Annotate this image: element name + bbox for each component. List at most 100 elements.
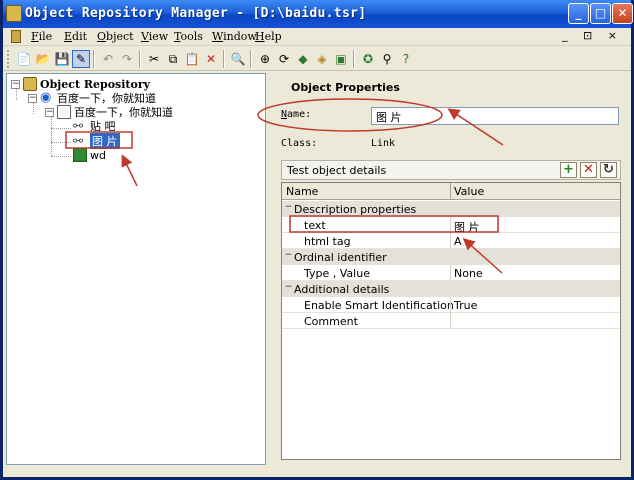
- cut-icon[interactable]: ✂: [145, 50, 163, 68]
- open-icon[interactable]: 📂: [34, 50, 52, 68]
- category-row[interactable]: − Additional details: [282, 281, 620, 297]
- merge-icon[interactable]: ◆: [294, 50, 312, 68]
- toolbar-separator: [353, 50, 355, 68]
- tree-node-root[interactable]: − Object Repository: [11, 77, 150, 91]
- menu-file[interactable]: File: [31, 30, 52, 43]
- menu-object[interactable]: Object: [97, 30, 134, 43]
- collapse-icon[interactable]: −: [284, 203, 293, 213]
- collapse-icon[interactable]: −: [284, 283, 293, 293]
- locate-icon[interactable]: ⚲: [378, 50, 396, 68]
- tree-label: 贴 吧: [90, 120, 116, 133]
- repository-icon: [23, 77, 37, 91]
- tree-connector: [51, 142, 71, 143]
- name-input[interactable]: 图 片: [371, 107, 619, 125]
- title-bar[interactable]: Object Repository Manager - [D:\baidu.ts…: [3, 0, 633, 28]
- property-row[interactable]: text 图 片: [282, 217, 620, 234]
- property-name: Enable Smart Identification: [304, 299, 454, 312]
- edit-box-icon: [73, 148, 87, 162]
- app-icon[interactable]: [6, 5, 22, 22]
- menu-edit[interactable]: Edit: [64, 30, 87, 43]
- tree-node-edit[interactable]: wd: [73, 148, 106, 162]
- property-row[interactable]: Comment: [282, 313, 620, 329]
- copy-icon[interactable]: ⧉: [164, 50, 182, 68]
- refresh-icon[interactable]: ↻: [600, 162, 617, 178]
- help-icon[interactable]: ?: [397, 50, 415, 68]
- minimize-button[interactable]: _: [568, 3, 589, 24]
- close-button[interactable]: ✕: [612, 3, 633, 24]
- column-divider: [450, 297, 451, 313]
- tree-connector: [51, 156, 71, 157]
- toolbar-grip[interactable]: [7, 50, 10, 68]
- add-property-icon[interactable]: +: [560, 162, 577, 178]
- app-window: Object Repository Manager - [D:\baidu.ts…: [0, 0, 634, 480]
- tree-node-browser[interactable]: − ◉ 百度一下，你就知道: [28, 91, 156, 105]
- add-objects-icon[interactable]: ⊕: [256, 50, 274, 68]
- category-label: Ordinal identifier: [294, 251, 387, 264]
- object-tree[interactable]: − Object Repository − ◉ 百度一下，你就知道 − 百度一下…: [6, 73, 266, 465]
- column-divider: [450, 217, 451, 233]
- toolbar-separator: [223, 50, 225, 68]
- object-spy-icon[interactable]: ▣: [332, 50, 350, 68]
- collapse-icon[interactable]: −: [28, 93, 37, 103]
- update-icon[interactable]: ⟳: [275, 50, 293, 68]
- column-divider: [450, 265, 451, 281]
- new-icon[interactable]: 📄: [15, 50, 33, 68]
- tree-label: 百度一下，你就知道: [74, 106, 173, 119]
- collapse-icon[interactable]: −: [45, 107, 54, 117]
- properties-grid: Name Value − Description properties text…: [281, 182, 621, 460]
- category-label: Additional details: [294, 283, 390, 296]
- property-row[interactable]: Enable Smart Identification True: [282, 297, 620, 313]
- class-label: Class:: [281, 138, 318, 149]
- class-value: Link: [371, 138, 396, 149]
- toolbar-separator: [139, 50, 141, 68]
- properties-header: Object Properties: [291, 81, 400, 94]
- menu-bar: File Edit Object View Tools Window Help …: [3, 28, 631, 46]
- highlight-icon[interactable]: ✪: [359, 50, 377, 68]
- paste-icon[interactable]: 📋: [183, 50, 201, 68]
- property-value[interactable]: True: [454, 299, 477, 312]
- toolbar-separator: [93, 50, 95, 68]
- tree-node-page[interactable]: − 百度一下，你就知道: [45, 105, 173, 119]
- tree-label: Object Repository: [40, 77, 151, 91]
- redo-icon[interactable]: ↷: [118, 50, 136, 68]
- find-icon[interactable]: 🔍: [229, 50, 247, 68]
- export-icon[interactable]: ◈: [313, 50, 331, 68]
- category-label: Description properties: [294, 203, 417, 216]
- property-row[interactable]: Type , Value None: [282, 265, 620, 281]
- property-name: text: [304, 219, 326, 232]
- column-divider: [450, 313, 451, 329]
- status-bar: [3, 467, 631, 477]
- delete-icon[interactable]: ✕: [202, 50, 220, 68]
- tree-node-link-selected[interactable]: ⚯ 图 片: [73, 133, 120, 149]
- window-title: Object Repository Manager - [D:\baidu.ts…: [25, 6, 367, 21]
- property-value[interactable]: None: [454, 267, 483, 280]
- column-divider[interactable]: [450, 183, 451, 200]
- mdi-controls[interactable]: _ ⊡ ×: [562, 29, 623, 42]
- maximize-button[interactable]: □: [590, 3, 611, 24]
- column-divider: [450, 233, 451, 249]
- undo-icon[interactable]: ↶: [99, 50, 117, 68]
- property-row[interactable]: html tag A: [282, 233, 620, 249]
- collapse-icon[interactable]: −: [11, 79, 20, 89]
- menu-view[interactable]: View: [141, 30, 168, 43]
- category-row[interactable]: − Description properties: [282, 201, 620, 217]
- tree-node-link[interactable]: ⚯ 贴 吧: [73, 119, 116, 133]
- name-label: Name:: [281, 109, 312, 120]
- column-value[interactable]: Value: [454, 185, 484, 198]
- menu-help[interactable]: Help: [255, 30, 282, 43]
- column-name[interactable]: Name: [286, 185, 318, 198]
- menu-window[interactable]: Window: [212, 30, 257, 43]
- toolbar: 📄 📂 💾 ✎ ↶ ↷ ✂ ⧉ 📋 ✕ 🔍 ⊕ ⟳ ◆ ◈ ▣ ✪ ⚲ ?: [3, 47, 631, 71]
- edit-icon[interactable]: ✎: [72, 50, 90, 68]
- grid-header: Name Value: [282, 183, 620, 200]
- category-row[interactable]: − Ordinal identifier: [282, 249, 620, 265]
- remove-property-icon[interactable]: ✕: [580, 162, 597, 178]
- document-icon[interactable]: [11, 30, 21, 43]
- details-bar: Test object details + ✕ ↻: [281, 160, 621, 180]
- collapse-icon[interactable]: −: [284, 251, 293, 261]
- details-title: Test object details: [287, 164, 387, 177]
- tree-label: 图 片: [90, 133, 120, 149]
- save-icon[interactable]: 💾: [53, 50, 71, 68]
- menu-tools[interactable]: Tools: [174, 30, 203, 43]
- property-value[interactable]: A: [454, 235, 462, 248]
